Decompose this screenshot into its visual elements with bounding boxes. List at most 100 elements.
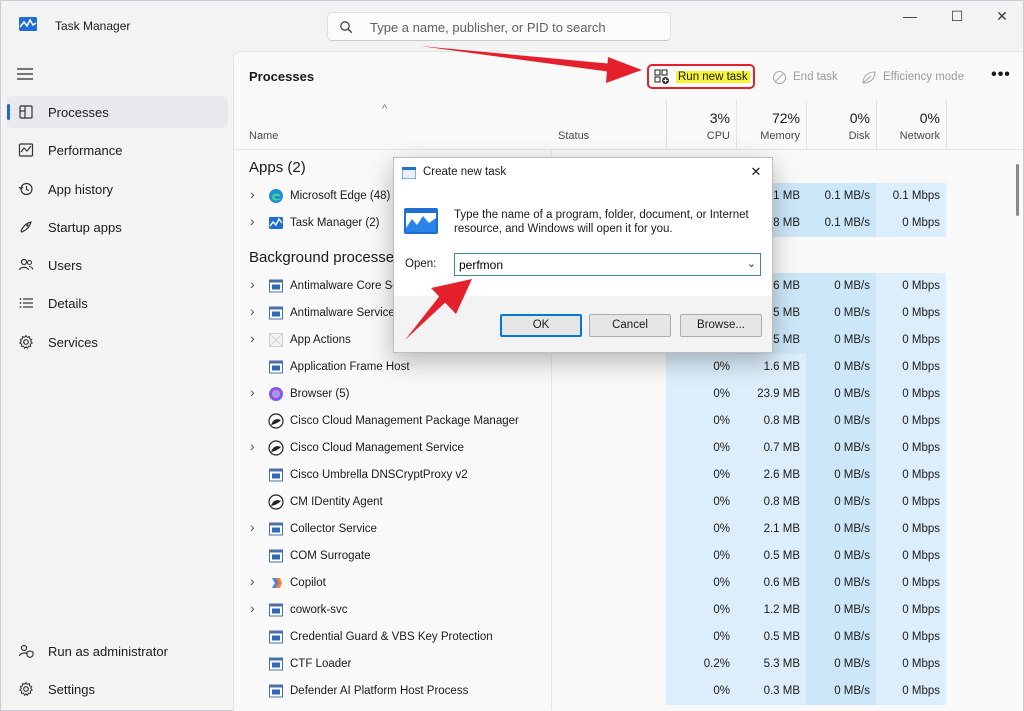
startup-icon <box>20 221 32 233</box>
table-row[interactable]: Credential Guard & VBS Key Protection 0% 0… <box>234 624 946 651</box>
toolbar: Processes Run new task End task Efficien… <box>234 52 1023 100</box>
sidebar-item-performance[interactable]: Performance <box>7 134 228 166</box>
disk-total: 0% <box>849 110 870 126</box>
cpu-value: 0% <box>666 462 736 489</box>
leaf-icon <box>862 70 876 84</box>
table-row[interactable]: Cisco Cloud Management Package Manager 0%… <box>234 408 946 435</box>
expand-chevron-icon[interactable]: › <box>250 384 255 400</box>
dialog-close-button[interactable]: ✕ <box>746 164 766 182</box>
table-row[interactable]: Application Frame Host 0% 1.6 MB 0 MB/s 0 Mb… <box>234 354 946 381</box>
open-label: Open: <box>405 258 437 270</box>
network-value: 0 Mbps <box>876 381 946 408</box>
disk-value: 0 MB/s <box>806 516 876 543</box>
process-name: Credential Guard & VBS Key Protection <box>290 631 493 643</box>
chevron-down-icon[interactable]: ⌄ <box>747 257 756 270</box>
expand-chevron-icon[interactable]: › <box>250 186 255 202</box>
expand-chevron-icon[interactable]: › <box>250 213 255 229</box>
cpu-value: 0% <box>666 381 736 408</box>
open-combobox[interactable]: ⌄ <box>454 253 761 276</box>
disk-label: Disk <box>848 130 870 142</box>
table-row[interactable]: CTF Loader 0.2% 5.3 MB 0 MB/s 0 Mbps <box>234 651 946 678</box>
memory-value: 0.7 MB <box>736 435 806 462</box>
process-name: Cisco Cloud Management Package Manager <box>290 415 519 427</box>
process-icon <box>268 494 284 510</box>
process-icon <box>268 188 284 204</box>
sidebar-item-services[interactable]: Services <box>7 326 228 358</box>
minimize-button[interactable]: — <box>887 1 933 31</box>
expand-chevron-icon[interactable]: › <box>250 330 255 346</box>
memory-value: 0.8 MB <box>736 408 806 435</box>
expand-chevron-icon[interactable]: › <box>250 303 255 319</box>
browse-button[interactable]: Browse... <box>680 314 762 337</box>
column-header-cpu[interactable]: 3% CPU <box>666 100 736 150</box>
memory-total: 72% <box>771 110 800 126</box>
efficiency-mode-button[interactable]: Efficiency mode <box>861 66 964 88</box>
network-value: 0 Mbps <box>876 651 946 678</box>
maximize-button[interactable]: ☐ <box>934 1 980 31</box>
memory-value: 1.2 MB <box>736 597 806 624</box>
cpu-value: 0% <box>666 597 736 624</box>
run-new-task-button[interactable]: Run new task <box>647 64 755 89</box>
network-value: 0 Mbps <box>876 462 946 489</box>
network-value: 0 Mbps <box>876 624 946 651</box>
run-task-icon <box>654 68 669 84</box>
expand-chevron-icon[interactable]: › <box>250 600 255 616</box>
table-row[interactable]: › Collector Service 0% 2.1 MB 0 MB/s 0 Mbps <box>234 516 946 543</box>
network-value: 0 Mbps <box>876 597 946 624</box>
expand-chevron-icon[interactable]: › <box>250 276 255 292</box>
table-row[interactable]: Cisco Umbrella DNSCryptProxy v2 0% 2.6 MB 0… <box>234 462 946 489</box>
expand-chevron-icon[interactable]: › <box>250 519 255 535</box>
table-row[interactable]: CM IDentity Agent 0% 0.8 MB 0 MB/s 0 Mbps <box>234 489 946 516</box>
table-row[interactable]: › cowork-svc 0% 1.2 MB 0 MB/s 0 Mbps <box>234 597 946 624</box>
dialog-title-bar: Create new task ✕ <box>394 158 772 188</box>
processes-icon <box>19 105 33 119</box>
process-name: CTF Loader <box>290 658 352 670</box>
table-row[interactable]: COM Surrogate 0% 0.5 MB 0 MB/s 0 Mbps <box>234 543 946 570</box>
end-task-button[interactable]: End task <box>772 66 838 88</box>
column-header-name[interactable]: Name <box>249 130 278 142</box>
details-icon <box>19 298 33 309</box>
sidebar-item-settings[interactable]: Settings <box>7 673 228 705</box>
hamburger-menu-icon[interactable] <box>16 66 34 82</box>
sidebar-item-run-as-administrator[interactable]: Run as administrator <box>7 635 228 667</box>
sidebar-nav: Processes Performance App history Startu… <box>7 96 228 364</box>
sidebar-item-label: App history <box>48 181 114 197</box>
memory-value: 2.6 MB <box>736 462 806 489</box>
disk-value: 0 MB/s <box>806 408 876 435</box>
memory-value: 5.3 MB <box>736 651 806 678</box>
process-icon <box>268 575 284 591</box>
open-input[interactable] <box>459 257 729 273</box>
network-value: 0 Mbps <box>876 354 946 381</box>
disk-value: 0 MB/s <box>806 651 876 678</box>
table-row[interactable]: Defender AI Platform Host Process 0% 0.3 M… <box>234 678 946 705</box>
column-header-network[interactable]: 0% Network <box>876 100 946 150</box>
search-box[interactable] <box>327 12 671 41</box>
sidebar-item-startup-apps[interactable]: Startup apps <box>7 211 228 243</box>
sidebar-item-label: Processes <box>48 105 109 120</box>
column-header-memory[interactable]: 72% Memory <box>736 100 806 150</box>
process-icon <box>268 359 284 375</box>
sidebar-item-users[interactable]: Users <box>7 249 228 281</box>
table-row[interactable]: › Cisco Cloud Management Service 0% 0.7 MB 0… <box>234 435 946 462</box>
cpu-value: 0% <box>666 435 736 462</box>
vertical-scrollbar[interactable] <box>1016 164 1019 216</box>
expand-chevron-icon[interactable]: › <box>250 438 255 454</box>
column-header-disk[interactable]: 0% Disk <box>806 100 876 150</box>
sidebar-item-details[interactable]: Details <box>7 287 228 319</box>
close-window-button[interactable]: ✕ <box>979 1 1024 31</box>
sidebar-item-app-history[interactable]: App history <box>7 173 228 205</box>
column-header-status[interactable]: Status <box>558 130 589 142</box>
search-input[interactable] <box>370 18 660 36</box>
expand-chevron-icon[interactable]: › <box>250 573 255 589</box>
cancel-button[interactable]: Cancel <box>589 314 671 337</box>
more-options-button[interactable]: ••• <box>991 66 1011 86</box>
table-row[interactable]: › Copilot 0% 0.6 MB 0 MB/s 0 Mbps <box>234 570 946 597</box>
process-icon <box>268 440 284 456</box>
efficiency-mode-label: Efficiency mode <box>883 71 964 83</box>
memory-value: 0.8 MB <box>736 489 806 516</box>
process-icon <box>268 215 284 231</box>
ok-button[interactable]: OK <box>500 314 582 337</box>
dialog-description: Type the name of a program, folder, docu… <box>454 209 749 235</box>
table-row[interactable]: › Browser (5) 0% 23.9 MB 0 MB/s 0 Mbps <box>234 381 946 408</box>
sidebar-item-processes[interactable]: Processes <box>7 96 228 128</box>
